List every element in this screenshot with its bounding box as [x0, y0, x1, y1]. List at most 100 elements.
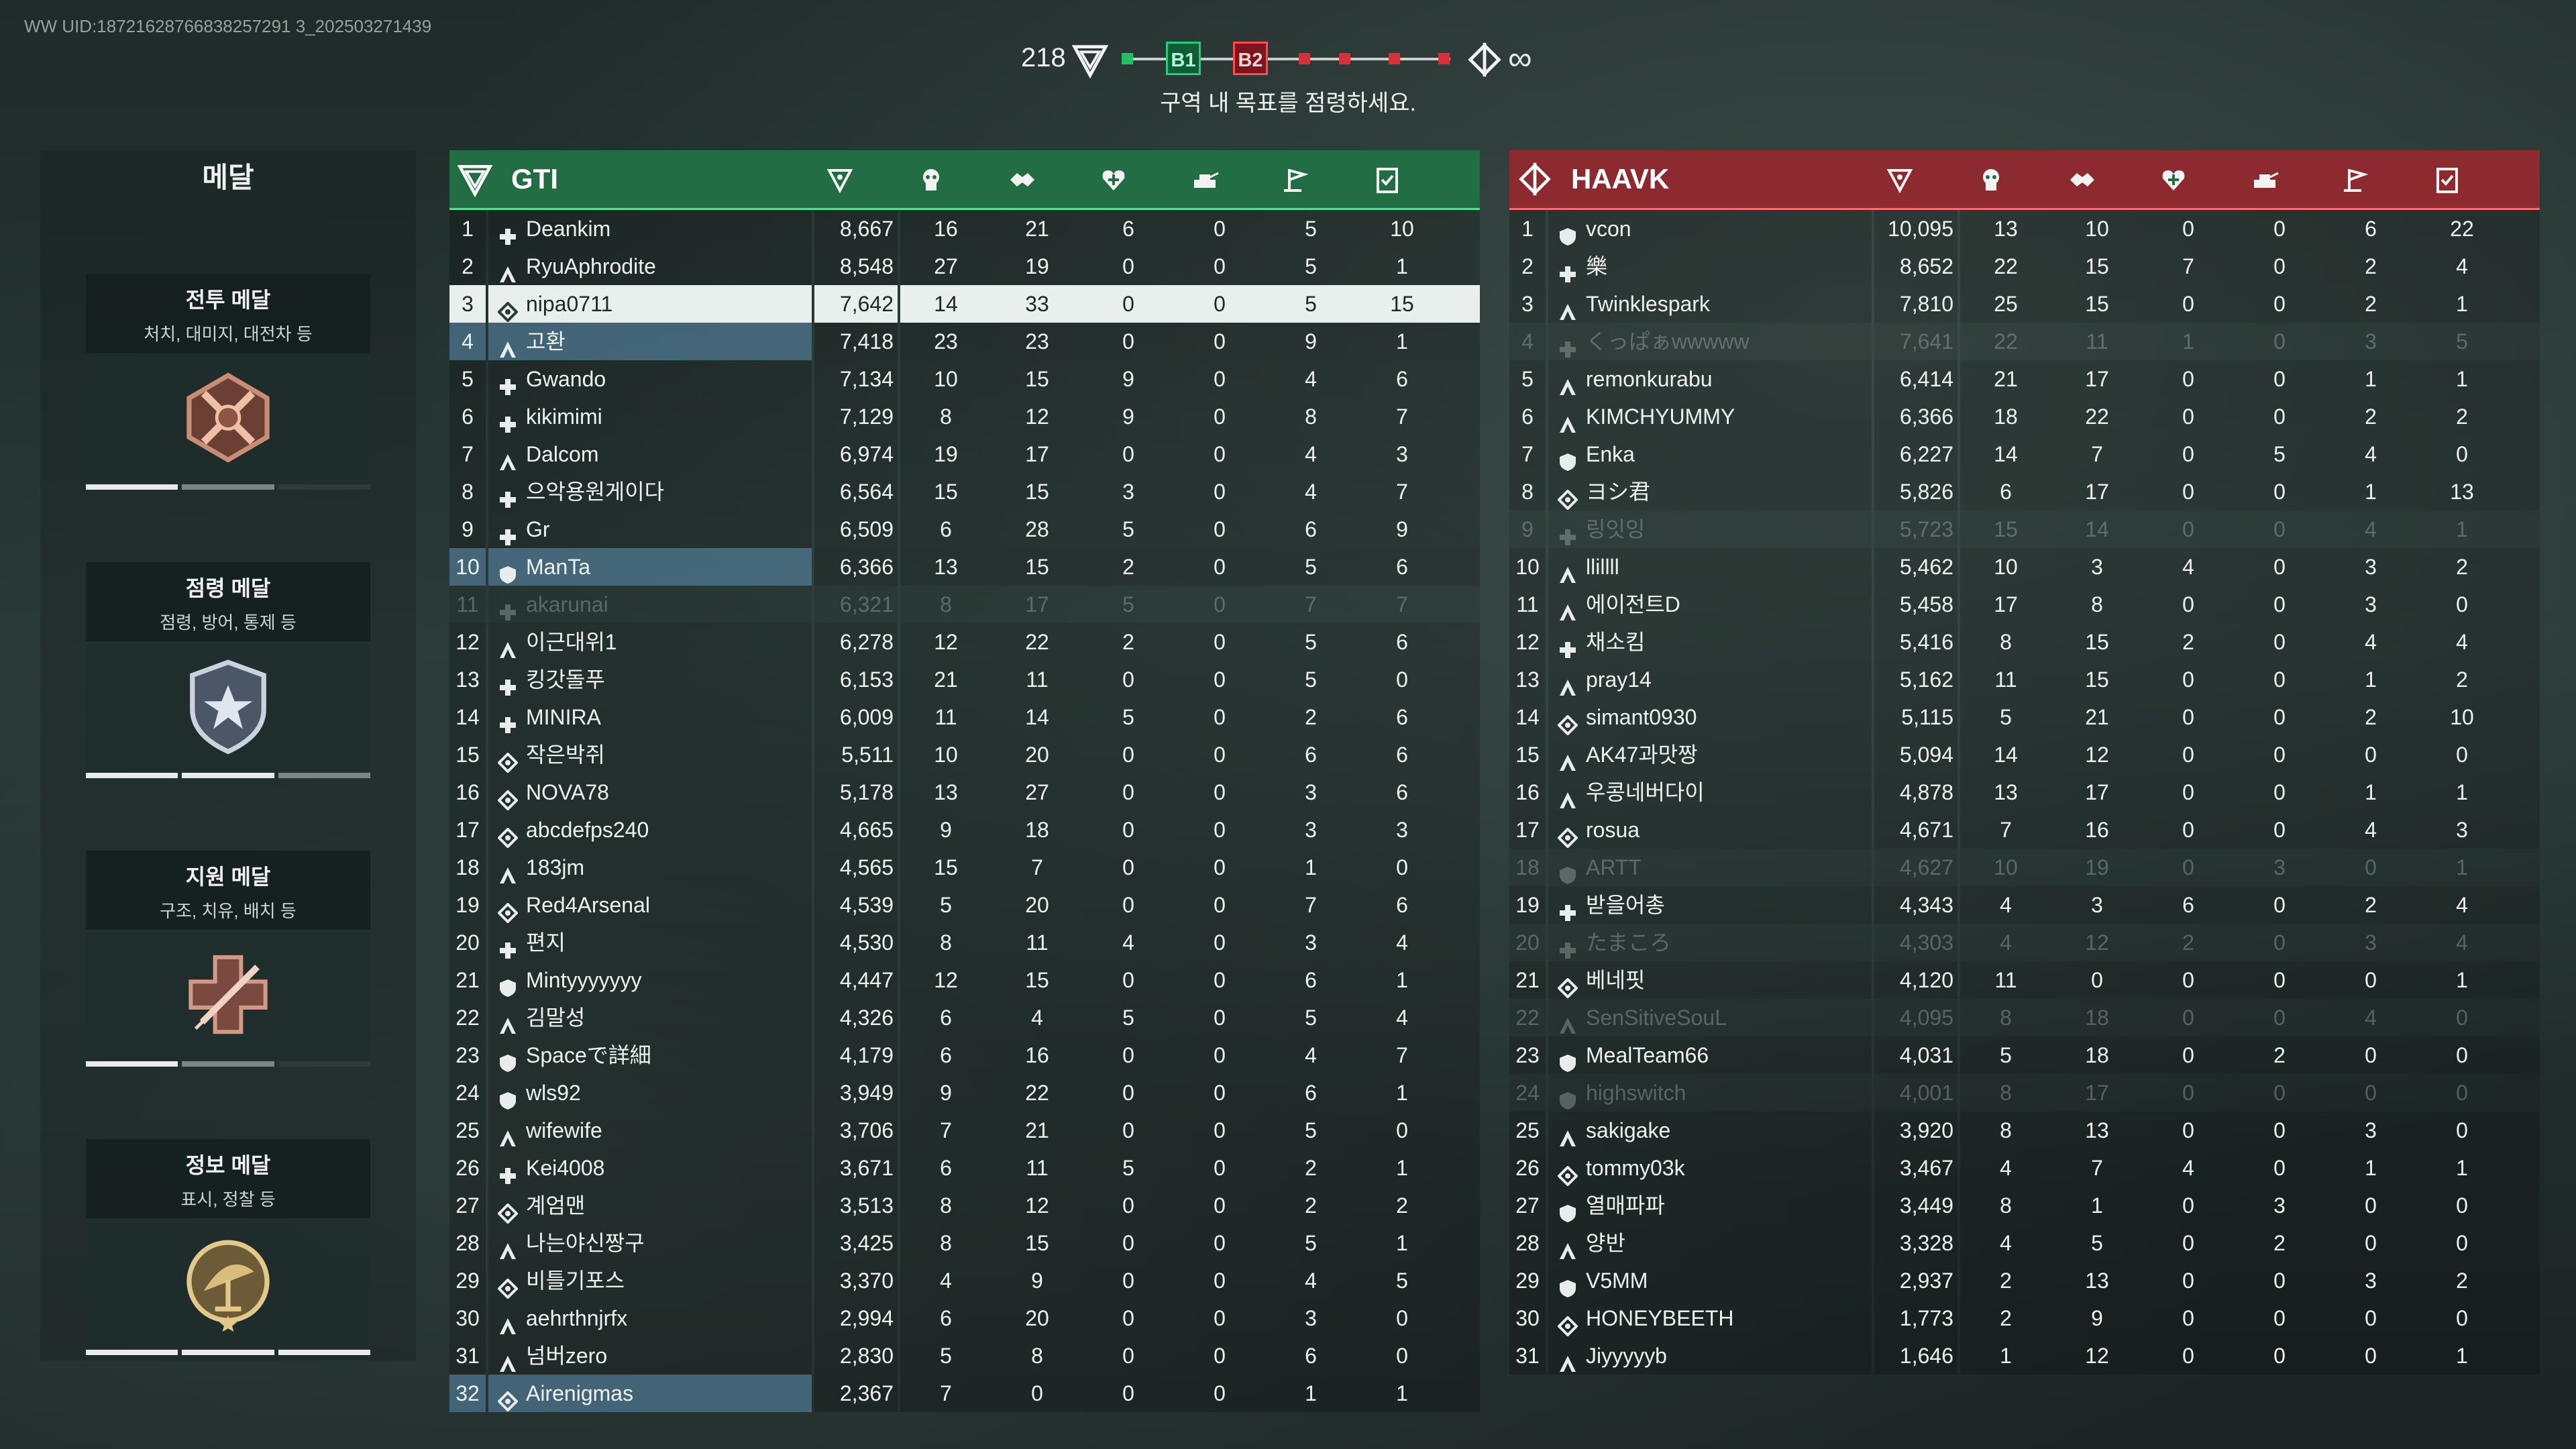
player-row[interactable]: 6 kikimimi 7,129 8 12 9 0 8 7 — [449, 398, 1480, 435]
player-row[interactable]: 2 樂 8,652 22 15 7 0 2 4 — [1509, 248, 2540, 285]
player-row[interactable]: 19 Red4Arsenal 4,539 5 20 0 0 7 6 — [449, 886, 1480, 924]
player-row[interactable]: 24 wls92 3,949 9 22 0 0 6 1 — [449, 1074, 1480, 1112]
player-row[interactable]: 5 remonkurabu 6,414 21 17 0 0 1 1 — [1509, 360, 2540, 398]
revives-icon[interactable] — [2159, 165, 2188, 195]
player-name-cell: Spaceで詳細 — [488, 1036, 812, 1074]
medal-title: 점령 메달 — [185, 576, 271, 600]
player-row[interactable]: 3 Twinklespark 7,810 25 15 0 0 2 1 — [1509, 285, 2540, 323]
medal-card[interactable]: 정보 메달 표시, 정찰 등 — [86, 1139, 370, 1355]
player-row[interactable]: 28 나는야신짱구 3,425 8 15 0 0 5 1 — [449, 1224, 1480, 1262]
player-name: wls92 — [526, 1081, 581, 1105]
player-row[interactable]: 6 KIMCHYUMMY 6,366 18 22 0 0 2 2 — [1509, 398, 2540, 435]
player-row[interactable]: 27 열매파파 3,449 8 1 0 3 0 0 — [1509, 1187, 2540, 1224]
player-row[interactable]: 17 rosua 4,671 7 16 0 0 4 3 — [1509, 811, 2540, 849]
player-row[interactable]: 10 ManTa 6,366 13 15 2 0 5 6 — [449, 548, 1480, 586]
player-rank: 22 — [449, 999, 486, 1036]
player-stat-kills: 8 — [940, 592, 952, 616]
player-row[interactable]: 26 tommy03k 3,467 4 7 4 0 1 1 — [1509, 1149, 2540, 1187]
haavk-emblem-icon — [1519, 162, 1551, 196]
player-row[interactable]: 24 highswitch 4,001 8 17 0 0 0 0 — [1509, 1074, 2540, 1112]
player-row[interactable]: 29 비틀기포스 3,370 4 9 0 0 4 5 — [449, 1262, 1480, 1299]
player-row[interactable]: 13 킹갓돌푸 6,153 21 11 0 0 5 0 — [449, 661, 1480, 698]
player-row[interactable]: 22 SenSitiveSouL 4,095 8 18 0 0 4 0 — [1509, 999, 2540, 1036]
player-row[interactable]: 14 simant0930 5,115 5 21 0 0 2 10 — [1509, 698, 2540, 736]
player-stat-revives: 0 — [2182, 1306, 2194, 1330]
objectives-icon[interactable] — [1373, 165, 1402, 195]
medal-card[interactable]: 점령 메달 점령, 방어, 통제 등 — [86, 562, 370, 778]
player-row[interactable]: 2 RyuAphrodite 8,548 27 19 0 0 5 1 — [449, 248, 1480, 285]
player-row[interactable]: 22 김말성 4,326 6 4 5 0 5 4 — [449, 999, 1480, 1036]
player-stat-objectives: 1 — [2456, 292, 2468, 316]
player-row[interactable]: 20 편지 4,530 8 11 4 0 3 4 — [449, 924, 1480, 961]
player-row[interactable]: 14 MINIRA 6,009 11 14 5 0 2 6 — [449, 698, 1480, 736]
player-row[interactable]: 27 계엄맨 3,513 8 12 0 0 2 2 — [449, 1187, 1480, 1224]
player-row[interactable]: 4 くっぱぁwwwww 7,641 22 11 1 0 3 5 — [1509, 323, 2540, 360]
score-icon[interactable] — [825, 165, 855, 195]
player-stat-revives: 0 — [1122, 968, 1134, 992]
captures-icon[interactable] — [1281, 165, 1311, 195]
player-row[interactable]: 11 akarunai 6,321 8 17 5 0 7 7 — [449, 586, 1480, 623]
player-row[interactable]: 3 nipa0711 7,642 14 33 0 0 5 15 — [449, 285, 1480, 323]
player-row[interactable]: 9 Gr 6,509 6 28 5 0 6 9 — [449, 511, 1480, 548]
player-row[interactable]: 12 채소킴 5,416 8 15 2 0 4 4 — [1509, 623, 2540, 661]
score-icon[interactable] — [1885, 165, 1915, 195]
player-row[interactable]: 1 vcon 10,095 13 10 0 0 6 22 — [1509, 210, 2540, 248]
player-row[interactable]: 30 HONEYBEETH 1,773 2 9 0 0 0 0 — [1509, 1299, 2540, 1337]
medal-card[interactable]: 전투 메달 처치, 대미지, 대전차 등 — [86, 274, 370, 490]
objectives-icon[interactable] — [2432, 165, 2462, 195]
player-row[interactable]: 31 Jiyyyyyb 1,646 1 12 0 0 0 1 — [1509, 1337, 2540, 1375]
kills-icon[interactable] — [1976, 165, 2006, 195]
player-row[interactable]: 5 Gwando 7,134 10 15 9 0 4 6 — [449, 360, 1480, 398]
player-row[interactable]: 16 우콩네버다이 4,878 13 17 0 0 1 1 — [1509, 773, 2540, 811]
player-row[interactable]: 13 pray14 5,162 11 15 0 0 1 2 — [1509, 661, 2540, 698]
player-row[interactable]: 18 ARTT 4,627 10 19 0 3 0 1 — [1509, 849, 2540, 886]
player-row[interactable]: 10 llillll 5,462 10 3 4 0 3 2 — [1509, 548, 2540, 586]
player-stat-kills: 4 — [2000, 1231, 2012, 1255]
player-name-cell: sakigake — [1548, 1112, 1872, 1149]
assists-icon[interactable] — [1008, 165, 1037, 195]
player-row[interactable]: 28 양반 3,328 4 5 0 2 0 0 — [1509, 1224, 2540, 1262]
player-row[interactable]: 17 abcdefps240 4,665 9 18 0 0 3 3 — [449, 811, 1480, 849]
assault-class-icon — [1560, 792, 1576, 808]
player-stats: 8 12 9 0 8 7 — [900, 398, 1480, 435]
player-row[interactable]: 18 183jm 4,565 15 7 0 0 1 0 — [449, 849, 1480, 886]
player-row[interactable]: 16 NOVA78 5,178 13 27 0 0 3 6 — [449, 773, 1480, 811]
player-name: V5MM — [1586, 1269, 1648, 1293]
player-row[interactable]: 7 Enka 6,227 14 7 0 5 4 0 — [1509, 435, 2540, 473]
assists-icon[interactable] — [2068, 165, 2097, 195]
player-stat-kills: 6 — [940, 1156, 952, 1180]
player-row[interactable]: 26 Kei4008 3,671 6 11 5 0 2 1 — [449, 1149, 1480, 1187]
vehicle-kills-icon[interactable] — [2250, 165, 2279, 195]
player-row[interactable]: 9 링잇잉 5,723 15 14 0 0 4 1 — [1509, 511, 2540, 548]
player-row[interactable]: 8 으악용원게이다 6,564 15 15 3 0 4 7 — [449, 473, 1480, 511]
player-row[interactable]: 15 작은박쥐 5,511 10 20 0 0 6 6 — [449, 736, 1480, 773]
player-row[interactable]: 25 sakigake 3,920 8 13 0 0 3 0 — [1509, 1112, 2540, 1149]
player-score: 7,641 — [1874, 323, 1957, 360]
player-row[interactable]: 15 AK47과맛짱 5,094 14 12 0 0 0 0 — [1509, 736, 2540, 773]
player-row[interactable]: 4 고환 7,418 23 23 0 0 9 1 — [449, 323, 1480, 360]
medal-card[interactable]: 지원 메달 구조, 치유, 배치 등 — [86, 851, 370, 1067]
player-row[interactable]: 30 aehrthnjrfx 2,994 6 20 0 0 3 0 — [449, 1299, 1480, 1337]
player-row[interactable]: 25 wifewife 3,706 7 21 0 0 5 0 — [449, 1112, 1480, 1149]
player-row[interactable]: 23 MealTeam66 4,031 5 18 0 2 0 0 — [1509, 1036, 2540, 1074]
player-row[interactable]: 11 에이전트D 5,458 17 8 0 0 3 0 — [1509, 586, 2540, 623]
player-row[interactable]: 32 Airenigmas 2,367 7 0 0 0 1 1 — [449, 1375, 1480, 1412]
support-class-icon — [500, 1091, 516, 1110]
captures-icon[interactable] — [2341, 165, 2371, 195]
player-stat-captures: 0 — [2365, 1344, 2377, 1368]
revives-icon[interactable] — [1099, 165, 1128, 195]
player-row[interactable]: 1 Deankim 8,667 16 21 6 0 5 10 — [449, 210, 1480, 248]
player-row[interactable]: 7 Dalcom 6,974 19 17 0 0 4 3 — [449, 435, 1480, 473]
player-row[interactable]: 29 V5MM 2,937 2 13 0 0 3 2 — [1509, 1262, 2540, 1299]
player-row[interactable]: 21 베네핏 4,120 11 0 0 0 0 1 — [1509, 961, 2540, 999]
player-row[interactable]: 8 ヨシ君 5,826 6 17 0 0 1 13 — [1509, 473, 2540, 511]
player-score: 3,671 — [814, 1149, 898, 1187]
player-row[interactable]: 12 이근대위1 6,278 12 22 2 0 5 6 — [449, 623, 1480, 661]
vehicle-kills-icon[interactable] — [1190, 165, 1220, 195]
kills-icon[interactable] — [916, 165, 946, 195]
player-row[interactable]: 31 넘버zero 2,830 5 8 0 0 6 0 — [449, 1337, 1480, 1375]
player-row[interactable]: 23 Spaceで詳細 4,179 6 16 0 0 4 7 — [449, 1036, 1480, 1074]
player-row[interactable]: 19 받을어총 4,343 4 3 6 0 2 4 — [1509, 886, 2540, 924]
player-row[interactable]: 21 Mintyyyyyyy 4,447 12 15 0 0 6 1 — [449, 961, 1480, 999]
player-row[interactable]: 20 たまころ 4,303 4 12 2 0 3 4 — [1509, 924, 2540, 961]
